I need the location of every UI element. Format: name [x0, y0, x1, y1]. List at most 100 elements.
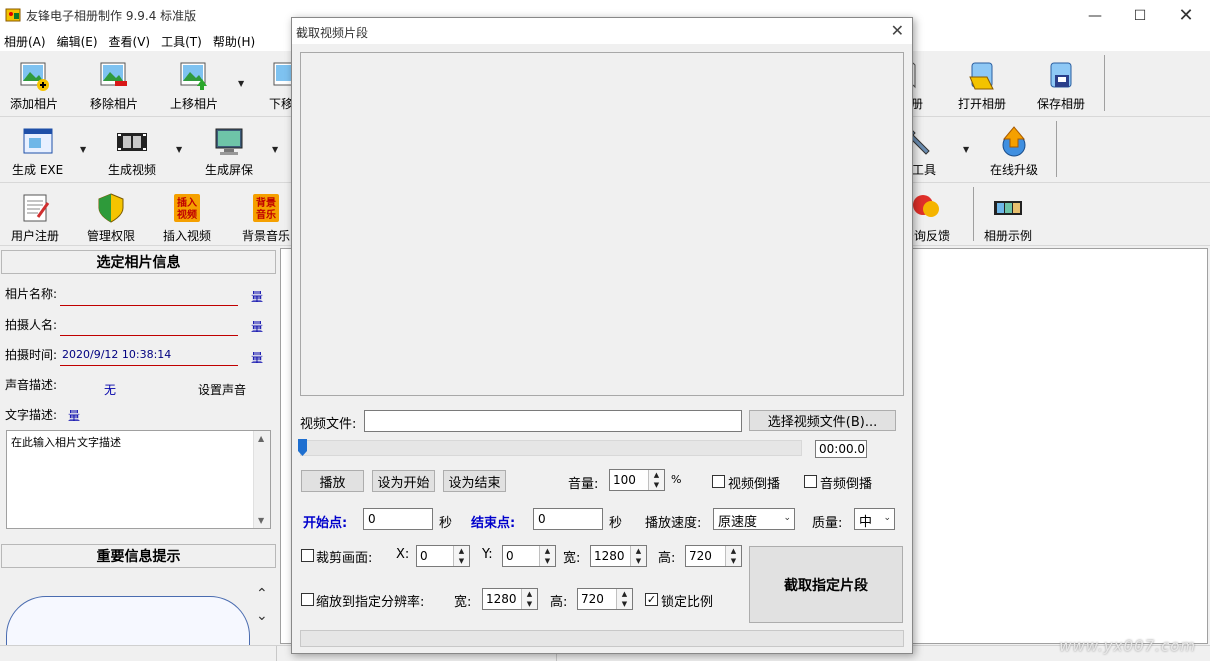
scroll-down-icon[interactable]: ▼ [258, 516, 264, 525]
open-album-icon [969, 62, 994, 90]
remove-photo-label: 移除相片 [90, 97, 139, 111]
crop-height-value: 720 [689, 549, 712, 563]
scale-height-spin-arrows-icon[interactable]: ▲ ▼ [616, 589, 632, 609]
crop-height-spinner[interactable]: 720 ▲ ▼ [685, 545, 742, 567]
photo-name-edit-link[interactable]: 量 [251, 288, 263, 305]
description-scrollbar[interactable]: ▲ ▼ [253, 431, 270, 528]
audio-reverse-checkbox[interactable] [804, 475, 817, 488]
album-examples-button[interactable]: 相册示例 [984, 191, 1032, 244]
album-canvas[interactable] [910, 248, 1208, 644]
menu-album[interactable]: 相册(A) [0, 31, 53, 51]
scale-width-spinner[interactable]: 1280 ▲ ▼ [482, 588, 538, 610]
start-point-input[interactable]: 0 [363, 508, 433, 530]
volume-spinner[interactable]: 100 ▲ ▼ [609, 469, 665, 491]
online-upgrade-label: 在线升级 [990, 163, 1039, 177]
move-up-button[interactable]: 上移相片 [170, 59, 218, 112]
info-prev-chevron-icon[interactable]: ⌃ [256, 586, 268, 602]
crop-checkbox[interactable] [301, 549, 314, 562]
text-desc-label: 文字描述: [5, 408, 58, 422]
volume-spin-arrows-icon[interactable]: ▲ ▼ [648, 470, 664, 490]
set-start-button[interactable]: 设为开始 [372, 470, 435, 492]
play-button[interactable]: 播放 [301, 470, 364, 492]
photo-name-field[interactable] [60, 288, 238, 306]
photographer-edit-link[interactable]: 量 [251, 318, 263, 335]
bg-music-button[interactable]: 背景 音乐 背景音乐 [242, 191, 290, 244]
add-photo-button[interactable]: 添加相片 [10, 59, 58, 112]
video-position-slider[interactable] [300, 440, 802, 456]
shoot-time-label: 拍摄时间: [5, 348, 58, 362]
crop-height-spin-arrows-icon[interactable]: ▲ ▼ [725, 546, 741, 566]
close-button[interactable]: ✕ [1163, 0, 1209, 31]
toolbar-separator [1056, 121, 1057, 177]
crop-y-value: 0 [506, 549, 514, 563]
video-reverse-checkbox[interactable] [712, 475, 725, 488]
crop-x-value: 0 [420, 549, 428, 563]
open-album-button[interactable]: 打开相册 [958, 59, 1006, 112]
insert-video-button[interactable]: 插入 视频 插入视频 [163, 191, 211, 244]
capture-clip-button[interactable]: 截取指定片段 [749, 546, 903, 623]
remove-photo-button[interactable]: 移除相片 [90, 59, 138, 112]
description-text: 在此输入相片文字描述 [11, 436, 121, 449]
menu-edit[interactable]: 编辑(E) [53, 31, 105, 51]
save-album-button[interactable]: 保存相册 [1037, 59, 1085, 112]
crop-width-spinner[interactable]: 1280 ▲ ▼ [590, 545, 647, 567]
manage-rights-button[interactable]: 管理权限 [87, 191, 135, 244]
maximize-button[interactable]: ☐ [1117, 0, 1163, 31]
svg-text:音乐: 音乐 [256, 208, 276, 221]
tools-dropdown-icon[interactable]: ▼ [963, 145, 969, 154]
move-up-dropdown-icon[interactable]: ▼ [238, 79, 244, 88]
photo-description-textarea[interactable]: 在此输入相片文字描述 ▲ ▼ [6, 430, 271, 529]
shoot-time-edit-link[interactable]: 量 [251, 349, 263, 366]
generate-video-dropdown-icon[interactable]: ▼ [176, 145, 182, 154]
choose-video-file-button[interactable]: 选择视频文件(B)... [749, 410, 896, 431]
audio-reverse-label: 音频倒播 [820, 477, 873, 492]
insert-video-label: 插入视频 [163, 229, 212, 243]
photo-info-header: 选定相片信息 [1, 250, 276, 274]
online-upgrade-button[interactable]: 在线升级 [990, 125, 1038, 178]
scale-width-spin-arrows-icon[interactable]: ▲ ▼ [521, 589, 537, 609]
crop-width-spin-arrows-icon[interactable]: ▲ ▼ [630, 546, 646, 566]
lock-ratio-checkbox[interactable]: ✓ [645, 593, 658, 606]
chat-bubble-icon [913, 195, 939, 217]
generate-screensaver-dropdown-icon[interactable]: ▼ [272, 145, 278, 154]
quality-select[interactable]: 中 ⌄ [854, 508, 895, 530]
end-point-input[interactable]: 0 [533, 508, 603, 530]
end-seconds-label: 秒 [609, 516, 623, 531]
scroll-up-icon[interactable]: ▲ [258, 434, 264, 443]
shoot-time-field[interactable]: 2020/9/12 10:38:14 [60, 348, 238, 366]
speed-select[interactable]: 原速度 ⌄ [713, 508, 795, 530]
speed-label: 播放速度: [645, 516, 702, 531]
menu-view[interactable]: 查看(V) [105, 31, 158, 51]
text-desc-edit-link[interactable]: 量 [68, 407, 80, 424]
generate-screensaver-button[interactable]: 生成屏保 [205, 125, 253, 178]
generate-exe-dropdown-icon[interactable]: ▼ [80, 145, 86, 154]
remove-photo-icon [100, 62, 127, 86]
user-register-button[interactable]: 用户注册 [11, 191, 59, 244]
video-file-input[interactable] [364, 410, 742, 432]
photographer-label: 拍摄人名: [5, 318, 58, 332]
app-logo-icon [5, 8, 21, 22]
capture-progress-bar [300, 630, 904, 647]
crop-y-spinner[interactable]: 0 ▲ ▼ [502, 545, 556, 567]
dialog-titlebar: 截取视频片段 ✕ [292, 18, 912, 44]
bg-music-label: 背景音乐 [242, 229, 291, 243]
crop-x-spinner[interactable]: 0 ▲ ▼ [416, 545, 470, 567]
crop-y-spin-arrows-icon[interactable]: ▲ ▼ [539, 546, 555, 566]
scale-checkbox[interactable] [301, 593, 314, 606]
minimize-button[interactable]: — [1072, 0, 1118, 31]
menu-tools[interactable]: 工具(T) [157, 31, 209, 51]
scale-height-spinner[interactable]: 720 ▲ ▼ [577, 588, 633, 610]
slider-thumb-icon[interactable] [298, 439, 307, 456]
generate-exe-button[interactable]: 生成 EXE [12, 125, 63, 178]
set-sound-link[interactable]: 设置声音 [198, 381, 246, 398]
photographer-field[interactable] [60, 318, 238, 336]
info-next-chevron-icon[interactable]: ⌄ [256, 608, 268, 624]
time-display: 00:00.0 [815, 440, 867, 458]
scale-width-label: 宽: [454, 595, 472, 610]
dialog-close-icon[interactable]: ✕ [891, 21, 904, 40]
generate-video-button[interactable]: 生成视频 [108, 125, 156, 178]
menu-help[interactable]: 帮助(H) [209, 31, 262, 51]
crop-x-spin-arrows-icon[interactable]: ▲ ▼ [453, 546, 469, 566]
album-examples-label: 相册示例 [984, 229, 1033, 243]
set-end-button[interactable]: 设为结束 [443, 470, 506, 492]
